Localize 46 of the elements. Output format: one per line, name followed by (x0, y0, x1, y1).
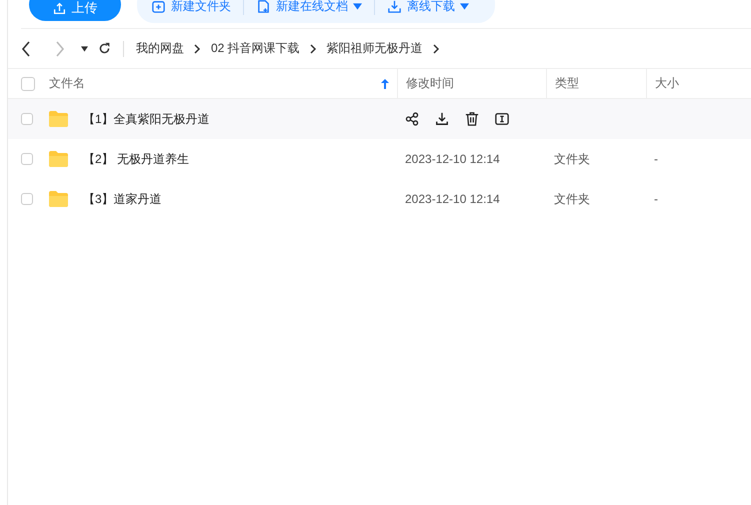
refresh-button[interactable] (98, 42, 111, 55)
file-type: 文件夹 (553, 150, 591, 168)
download-icon (387, 0, 402, 14)
history-dropdown-button[interactable] (81, 46, 88, 52)
row-checkbox[interactable] (21, 193, 33, 205)
file-row[interactable]: 【2】 无极丹道养生 2023-12-10 12:14 文件夹 - (8, 139, 751, 179)
back-button[interactable] (21, 40, 31, 56)
toolbar-button[interactable]: 离线下载 (374, 0, 481, 15)
file-name[interactable]: 【3】道家丹道 (83, 190, 162, 208)
column-header[interactable]: 修改时间 (406, 75, 454, 92)
chevron-icon (432, 44, 440, 54)
caret-icon (460, 3, 469, 10)
share-icon[interactable] (405, 112, 419, 126)
document-plus-icon (256, 0, 271, 14)
select-all-checkbox[interactable] (21, 76, 35, 90)
caret-icon (353, 3, 362, 10)
breadcrumb-link[interactable]: 02 抖音网课下载 (211, 40, 300, 57)
rename-icon[interactable] (495, 112, 509, 126)
folder-icon (48, 110, 69, 128)
toolbar-button[interactable]: 新建文件夹 (151, 0, 243, 15)
folder-icon (48, 150, 69, 168)
chevron-icon (310, 44, 317, 54)
file-name[interactable]: 【1】全真紫阳无极丹道 (83, 110, 210, 128)
file-size: - (653, 192, 659, 206)
upload-icon (52, 2, 66, 14)
modified-time: 2023-12-10 12:14 (404, 152, 501, 166)
file-type: 文件夹 (553, 190, 591, 208)
trash-icon[interactable] (465, 112, 479, 126)
file-size: - (653, 152, 659, 166)
chevron-icon (194, 44, 201, 54)
column-header[interactable]: 类型 (555, 75, 579, 92)
file-row[interactable]: 【1】全真紫阳无极丹道 (8, 99, 751, 139)
column-header[interactable]: 文件名 (49, 75, 85, 92)
toolbar-button[interactable]: 新建在线文档 (243, 0, 374, 15)
download-icon[interactable] (435, 112, 449, 126)
modified-time: 2023-12-10 12:14 (404, 192, 501, 206)
file-name[interactable]: 【2】 无极丹道养生 (83, 150, 190, 168)
folder-icon (48, 190, 69, 208)
sort-arrow-icon (381, 78, 389, 88)
breadcrumb-link[interactable]: 紫阳祖师无极丹道 (326, 40, 423, 57)
file-row[interactable]: 【3】道家丹道 2023-12-10 12:14 文件夹 - (8, 179, 751, 219)
breadcrumb-link[interactable]: 我的网盘 (136, 40, 184, 57)
row-checkbox[interactable] (21, 153, 33, 165)
column-header[interactable]: 大小 (655, 75, 679, 92)
row-checkbox[interactable] (21, 113, 33, 125)
folder-plus-icon (151, 0, 166, 14)
